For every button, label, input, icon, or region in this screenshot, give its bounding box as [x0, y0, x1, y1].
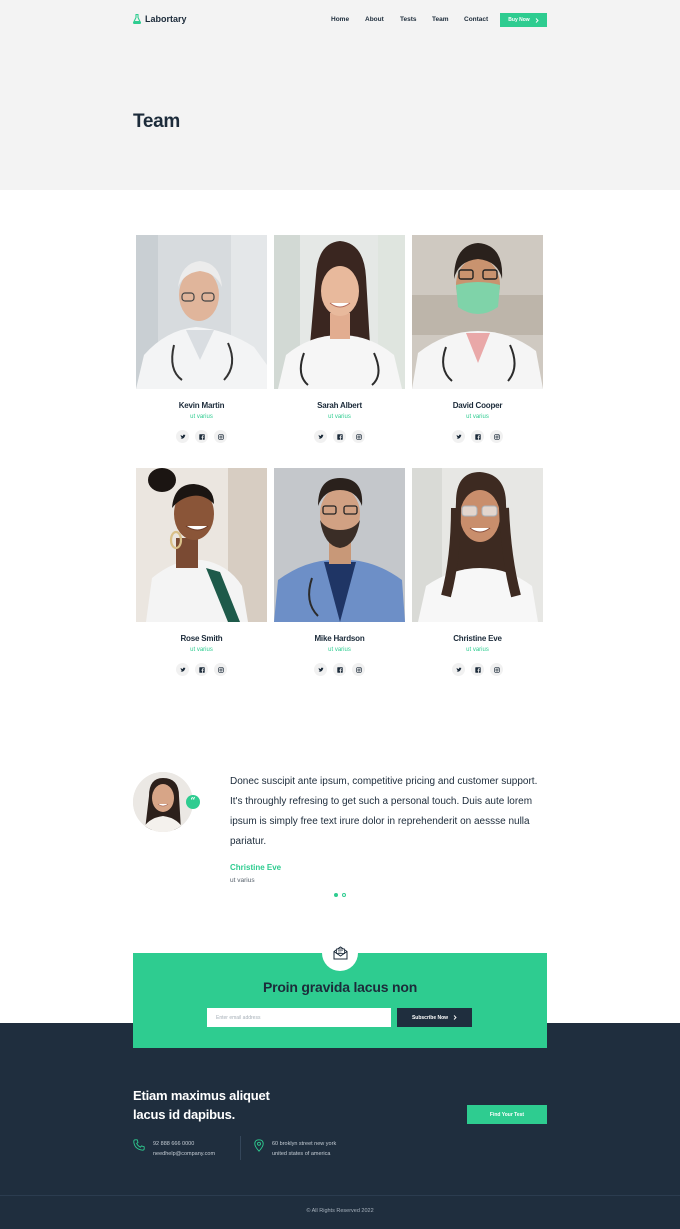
brand-name: Labortary	[145, 14, 187, 24]
footer-address-line1: 60 broklyn street new york	[272, 1141, 337, 1147]
team-photo	[274, 235, 405, 389]
testimonial-avatar	[133, 772, 193, 832]
subscribe-label: Subscribe Now	[411, 1014, 449, 1021]
footer-heading-line1: Etiam maximus aliquet	[133, 1088, 270, 1103]
instagram-icon[interactable]	[214, 430, 227, 443]
team-card: Sarah Albert ut varius	[274, 235, 405, 443]
facebook-icon[interactable]	[471, 663, 484, 676]
newsletter-title: Proin gravida lacus non	[262, 979, 418, 995]
member-name: Kevin Martin	[178, 401, 225, 410]
instagram-icon[interactable]	[490, 430, 503, 443]
team-photo	[136, 235, 267, 389]
footer-divider	[240, 1136, 241, 1160]
mail-badge	[322, 935, 358, 971]
member-role: ut varius	[466, 647, 489, 653]
testimonial-role: ut varius	[230, 877, 255, 884]
nav-about[interactable]: About	[365, 14, 384, 26]
flask-icon	[133, 14, 141, 24]
footer-rule	[0, 1195, 680, 1196]
facebook-icon[interactable]	[471, 430, 484, 443]
footer-phone-block: 92 888 666 0000 needhelp@company.com	[133, 1139, 215, 1159]
member-name: David Cooper	[452, 401, 503, 410]
twitter-icon[interactable]	[314, 430, 327, 443]
member-name: Christine Eve	[453, 634, 502, 643]
member-role: ut varius	[190, 647, 213, 653]
team-photo	[136, 468, 267, 622]
twitter-icon[interactable]	[176, 430, 189, 443]
footer-address-block: 60 broklyn street new york united states…	[254, 1139, 336, 1159]
location-pin-icon	[254, 1139, 264, 1152]
social-links	[412, 663, 543, 676]
nav-tests[interactable]: Tests	[400, 14, 417, 26]
instagram-icon[interactable]	[214, 663, 227, 676]
team-photo	[412, 235, 543, 389]
twitter-icon[interactable]	[452, 663, 465, 676]
social-links	[412, 430, 543, 443]
phone-icon	[133, 1139, 145, 1151]
team-card: Kevin Martin ut varius	[136, 235, 267, 443]
team-card: Rose Smith ut varius	[136, 468, 267, 676]
buy-now-button[interactable]: Buy Now	[500, 13, 547, 27]
team-card: David Cooper ut varius	[412, 235, 543, 443]
buy-now-label: Buy Now	[508, 17, 530, 23]
social-links	[136, 663, 267, 676]
twitter-icon[interactable]	[452, 430, 465, 443]
envelope-icon	[333, 946, 347, 960]
quote-badge: “	[186, 795, 200, 809]
slider-dot-active[interactable]	[334, 893, 338, 897]
member-role: ut varius	[328, 647, 351, 653]
testimonial-author: Christine Eve	[230, 863, 282, 872]
instagram-icon[interactable]	[352, 430, 365, 443]
facebook-icon[interactable]	[333, 663, 346, 676]
footer-address-line2: united states of america	[272, 1151, 331, 1157]
team-card: Mike Hardson ut varius	[274, 468, 405, 676]
nav-team[interactable]: Team	[432, 14, 449, 26]
facebook-icon[interactable]	[333, 430, 346, 443]
find-test-button[interactable]: Find Your Test	[467, 1105, 547, 1124]
hero-section: Labortary Home About Tests Team Contact …	[0, 0, 680, 190]
social-links	[274, 663, 405, 676]
facebook-icon[interactable]	[195, 430, 208, 443]
member-name: Mike Hardson	[314, 634, 365, 643]
testimonial-quote: Donec suscipit ante ipsum, competitive p…	[230, 776, 538, 847]
member-name: Rose Smith	[180, 634, 223, 643]
footer	[0, 1023, 680, 1229]
member-role: ut varius	[190, 414, 213, 420]
email-input[interactable]	[207, 1008, 391, 1027]
chevron-right-icon	[453, 1015, 457, 1020]
member-role: ut varius	[328, 414, 351, 420]
chevron-right-icon	[535, 17, 539, 23]
social-links	[274, 430, 405, 443]
footer-phone[interactable]: 92 888 666 0000	[153, 1139, 215, 1149]
page-title: Team	[133, 111, 181, 132]
nav-contact[interactable]: Contact	[464, 14, 488, 26]
member-name: Sarah Albert	[317, 401, 362, 410]
site-logo[interactable]: Labortary	[133, 14, 187, 24]
instagram-icon[interactable]	[490, 663, 503, 676]
instagram-icon[interactable]	[352, 663, 365, 676]
team-photo	[412, 468, 543, 622]
slider-dots	[334, 893, 346, 897]
subscribe-button[interactable]: Subscribe Now	[397, 1008, 472, 1027]
facebook-icon[interactable]	[195, 663, 208, 676]
footer-heading: Etiam maximus aliquet lacus id dapibus.	[133, 1086, 333, 1124]
social-links	[136, 430, 267, 443]
twitter-icon[interactable]	[176, 663, 189, 676]
nav-home[interactable]: Home	[331, 14, 349, 26]
member-role: ut varius	[466, 414, 489, 420]
twitter-icon[interactable]	[314, 663, 327, 676]
footer-email[interactable]: needhelp@company.com	[153, 1149, 215, 1159]
slider-dot[interactable]	[342, 893, 346, 897]
team-photo	[274, 468, 405, 622]
footer-heading-line2: lacus id dapibus.	[133, 1107, 236, 1122]
copyright: © All Rights Reserved 2022	[306, 1208, 374, 1214]
team-card: Christine Eve ut varius	[412, 468, 543, 676]
